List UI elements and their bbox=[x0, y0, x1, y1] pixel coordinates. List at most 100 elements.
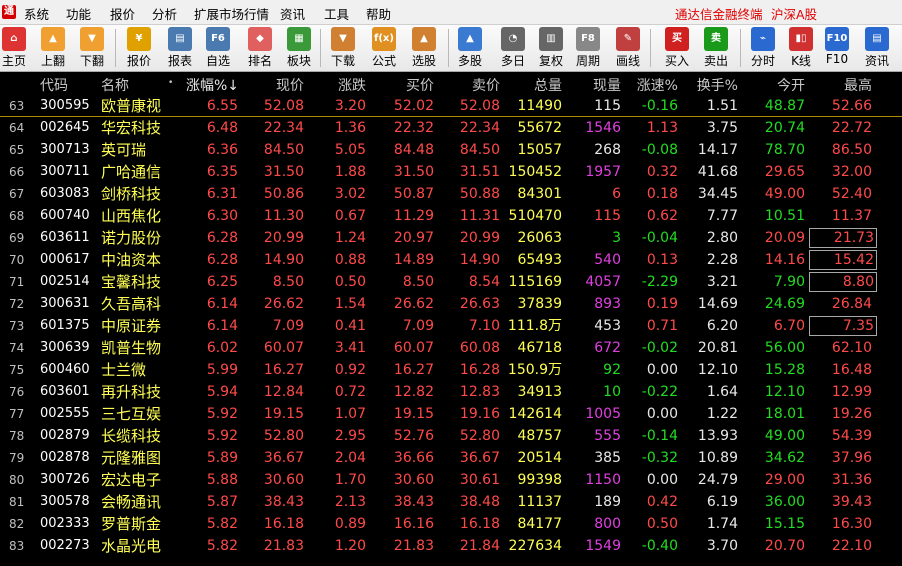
high-price: 7.35 bbox=[809, 316, 877, 336]
total-volume: 115169 bbox=[508, 274, 562, 290]
row-index: 83 bbox=[9, 539, 25, 553]
table-row[interactable]: 72 300631 久吾高科 6.14 26.62 1.54 26.62 26.63 37839… bbox=[0, 293, 902, 315]
toolbar-button-13[interactable]: ◔ 多日 bbox=[496, 25, 530, 71]
high-price: 86.50 bbox=[831, 142, 872, 158]
toolbar-button-4[interactable]: ¥ 报价 bbox=[122, 25, 156, 71]
table-row[interactable]: 71 002514 宝馨科技 6.25 8.50 0.50 8.50 8.54 115169 40… bbox=[0, 271, 902, 293]
menu-tools[interactable]: 工具 bbox=[324, 4, 349, 23]
toolbar-button-8[interactable]: ▦ 板块 bbox=[283, 25, 315, 71]
header-last-volume[interactable]: 现量 bbox=[566, 75, 621, 95]
ask-price: 20.99 bbox=[459, 230, 500, 246]
toolbar-button-label: 主页 bbox=[1, 54, 26, 68]
row-index: 69 bbox=[9, 231, 25, 245]
toolbar-button-12[interactable]: ▲ 多股 bbox=[454, 25, 486, 71]
toolbar-button-20[interactable]: ▮▯ K线 bbox=[786, 25, 816, 71]
quote-icon: ¥ bbox=[127, 27, 151, 51]
header-high[interactable]: 最高 bbox=[810, 75, 872, 95]
speed-pct: 0.00 bbox=[646, 362, 678, 378]
toolbar-button-5[interactable]: ▤ 报表 bbox=[163, 25, 197, 71]
toolbar-button-19[interactable]: ⌁ 分时 bbox=[746, 25, 780, 71]
table-row[interactable]: 66 300711 广哈通信 6.35 31.50 1.88 31.50 31.51 15045… bbox=[0, 161, 902, 183]
market-label[interactable]: 沪深A股 bbox=[771, 4, 817, 23]
toolbar-button-3[interactable]: ▼ 下翻 bbox=[76, 25, 108, 71]
header-change[interactable]: 涨跌 bbox=[312, 75, 366, 95]
high-price: 62.10 bbox=[831, 340, 872, 356]
table-row[interactable]: 70 000617 中油资本 6.28 14.90 0.88 14.89 14.90 65493… bbox=[0, 249, 902, 271]
header-speed[interactable]: 涨速% bbox=[626, 75, 678, 95]
table-row[interactable]: 75 600460 士兰微 5.99 16.27 0.92 16.27 16.28 150.9万… bbox=[0, 359, 902, 381]
table-row[interactable]: 81 300578 会畅通讯 5.87 38.43 2.13 38.43 38.48 11137… bbox=[0, 491, 902, 513]
toolbar-button-18[interactable]: 卖卖出 bbox=[700, 25, 732, 71]
ask-price: 30.61 bbox=[459, 472, 500, 488]
table-row[interactable]: 73 601375 中原证券 6.14 7.09 0.41 7.09 7.10 111.8万 45… bbox=[0, 315, 902, 337]
home-icon: ⌂ bbox=[2, 27, 26, 51]
price: 36.67 bbox=[263, 450, 304, 466]
price: 31.50 bbox=[263, 164, 304, 180]
price: 84.50 bbox=[263, 142, 304, 158]
change: 5.05 bbox=[334, 142, 366, 158]
toolbar-button-15[interactable]: F8 周期 bbox=[572, 25, 604, 71]
menu-system[interactable]: 系统 bbox=[24, 4, 49, 23]
toolbar-button-17[interactable]: 买买入 bbox=[660, 25, 694, 71]
toolbar-button-14[interactable]: ▥ 复权 bbox=[535, 25, 567, 71]
ask-price: 50.88 bbox=[459, 186, 500, 202]
toolbar-button-9[interactable]: ▼ 下载 bbox=[326, 25, 360, 71]
table-row[interactable]: 83 002273 水晶光电 5.82 21.83 1.20 21.83 21.84 22763… bbox=[0, 535, 902, 557]
table-row[interactable]: 76 603601 再升科技 5.94 12.84 0.72 12.82 12.83 34913… bbox=[0, 381, 902, 403]
table-row[interactable]: 80 300726 宏达电子 5.88 30.60 1.70 30.60 30.61 99398… bbox=[0, 469, 902, 491]
header-code[interactable]: 代码 bbox=[40, 75, 94, 95]
header-dot[interactable]: • bbox=[168, 78, 178, 88]
header-bid[interactable]: 买价 bbox=[374, 75, 434, 95]
table-row[interactable]: 69 603611 诺力股份 6.28 20.99 1.24 20.97 20.99 26063… bbox=[0, 227, 902, 249]
last-volume: 10 bbox=[603, 384, 621, 400]
toolbar-button-2[interactable]: ▲ 上翻 bbox=[37, 25, 69, 71]
header-turnover[interactable]: 换手% bbox=[684, 75, 738, 95]
toolbar-button-16[interactable]: ✎ 画线 bbox=[612, 25, 644, 71]
change-pct: 6.28 bbox=[206, 252, 238, 268]
price: 7.09 bbox=[272, 318, 304, 334]
stock-name: 中油资本 bbox=[101, 251, 162, 269]
stock-name: 广哈通信 bbox=[101, 163, 162, 181]
total-volume: 55672 bbox=[517, 120, 562, 136]
row-index: 80 bbox=[9, 473, 25, 487]
toolbar-button-21[interactable]: F10 F10 bbox=[822, 25, 852, 71]
total-volume: 11137 bbox=[517, 494, 562, 510]
menu-analysis[interactable]: 分析 bbox=[152, 4, 177, 23]
header-name[interactable]: 名称 bbox=[101, 75, 176, 95]
menu-extended-market[interactable]: 扩展市场行情 bbox=[194, 4, 269, 23]
table-row[interactable]: 78 002879 长缆科技 5.92 52.80 2.95 52.76 52.80 48757… bbox=[0, 425, 902, 447]
table-row[interactable]: 67 603083 剑桥科技 6.31 50.86 3.02 50.87 50.88 84301… bbox=[0, 183, 902, 205]
bid-price: 8.50 bbox=[402, 274, 434, 290]
bid-price: 26.62 bbox=[393, 296, 434, 312]
menu-help[interactable]: 帮助 bbox=[366, 4, 391, 23]
change: 0.88 bbox=[334, 252, 366, 268]
table-row[interactable]: 74 300639 凯普生物 6.02 60.07 3.41 60.07 60.08 46718… bbox=[0, 337, 902, 359]
header-price[interactable]: 现价 bbox=[248, 75, 304, 95]
table-row[interactable]: 77 002555 三七互娱 5.92 19.15 1.07 19.15 19.16 14261… bbox=[0, 403, 902, 425]
table-row[interactable]: 82 002333 罗普斯金 5.82 16.18 0.89 16.16 16.18 84177… bbox=[0, 513, 902, 535]
table-row[interactable]: 65 300713 英可瑞 6.36 84.50 5.05 84.48 84.50 15057 2… bbox=[0, 139, 902, 161]
menu-function[interactable]: 功能 bbox=[66, 4, 91, 23]
menu-quote[interactable]: 报价 bbox=[110, 4, 135, 23]
high-price: 52.40 bbox=[831, 186, 872, 202]
table-row[interactable]: 68 600740 山西焦化 6.30 11.30 0.67 11.29 11.31 51047… bbox=[0, 205, 902, 227]
toolbar-button-22[interactable]: ▤ 资讯 bbox=[861, 25, 893, 71]
header-open[interactable]: 今开 bbox=[744, 75, 805, 95]
toolbar-button-6[interactable]: F6 自选 bbox=[202, 25, 234, 71]
table-row[interactable]: 79 002878 元隆雅图 5.89 36.67 2.04 36.66 36.67 20514… bbox=[0, 447, 902, 469]
toolbar-button-7[interactable]: ◆ 排名 bbox=[244, 25, 276, 71]
table-row[interactable]: 63 300595 欧普康视 6.55 52.08 3.20 52.02 52.08 11490… bbox=[0, 95, 902, 117]
toolbar-button-1[interactable]: ⌂ 主页 bbox=[0, 25, 28, 71]
change: 2.13 bbox=[334, 494, 366, 510]
table-row[interactable]: 64 002645 华宏科技 6.48 22.34 1.36 22.32 22.34 55672… bbox=[0, 117, 902, 139]
header-volume[interactable]: 总量 bbox=[500, 75, 562, 95]
kline-icon: ▮▯ bbox=[789, 27, 813, 51]
header-ask[interactable]: 卖价 bbox=[440, 75, 500, 95]
toolbar-button-11[interactable]: ▲ 选股 bbox=[407, 25, 441, 71]
menu-news[interactable]: 资讯 bbox=[280, 4, 305, 23]
app-logo-icon[interactable]: 通 bbox=[2, 5, 16, 19]
last-volume: 92 bbox=[603, 362, 621, 378]
toolbar-button-10[interactable]: f(x) 公式 bbox=[369, 25, 399, 71]
change: 3.20 bbox=[334, 98, 366, 114]
header-change-pct[interactable]: 涨幅%↓ bbox=[186, 75, 239, 95]
